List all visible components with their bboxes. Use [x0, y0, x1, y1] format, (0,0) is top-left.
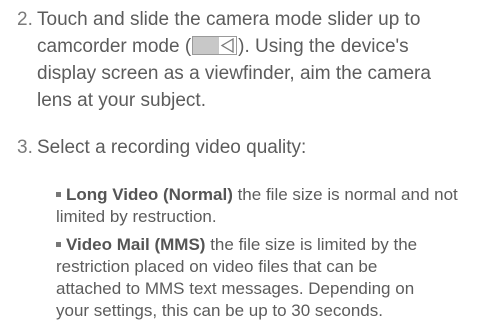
slider-track-fill [193, 37, 220, 54]
manual-page: 2. Touch and slide the camera mode slide… [0, 0, 490, 320]
list-item: Video Mail (MMS) the file size is limite… [56, 234, 417, 322]
step-2-line-1: Touch and slide the camera mode slider u… [37, 9, 421, 30]
step-3-line-1: Select a recording video quality: [37, 137, 307, 158]
step-3-text: Select a recording video quality: [37, 134, 489, 161]
bullet-1-line-1: Long Video (Normal) the file size is nor… [56, 184, 458, 206]
bullet-icon [56, 192, 61, 197]
bullet-2-line-2: restriction placed on video files that c… [56, 257, 378, 276]
option-label: Video Mail (MMS) [66, 235, 206, 254]
step-number: 2. [17, 9, 33, 30]
step-number: 3. [17, 137, 33, 158]
option-description: the file size is limited by the [205, 235, 418, 254]
option-label: Long Video (Normal) [66, 185, 233, 204]
camcorder-mode-slider-icon [192, 36, 238, 55]
option-description: the file size is normal and not [232, 185, 458, 204]
step-2-line-2-prefix: camcorder mode ( [37, 36, 192, 57]
bullet-2-line-1: Video Mail (MMS) the file size is limite… [56, 234, 417, 256]
step-2-text: Touch and slide the camera mode slider u… [37, 6, 489, 114]
bullet-icon [56, 242, 61, 247]
triangle-left-icon [220, 38, 234, 53]
bullet-2-line-4: your settings, this can be up to 30 seco… [56, 301, 383, 320]
list-item: Long Video (Normal) the file size is nor… [56, 184, 458, 228]
step-2-line-2-suffix: ). Using the device's [238, 36, 409, 57]
step-2-line-2: camcorder mode ( ). Using the device's [37, 33, 489, 60]
step-2-line-3: display screen as a viewfinder, aim the … [37, 63, 431, 84]
bullet-2-line-3: attached to MMS text messages. Depending… [56, 279, 415, 298]
step-2-line-4: lens at your subject. [37, 90, 206, 111]
bullet-1-line-2: limited by restruction. [56, 207, 217, 226]
